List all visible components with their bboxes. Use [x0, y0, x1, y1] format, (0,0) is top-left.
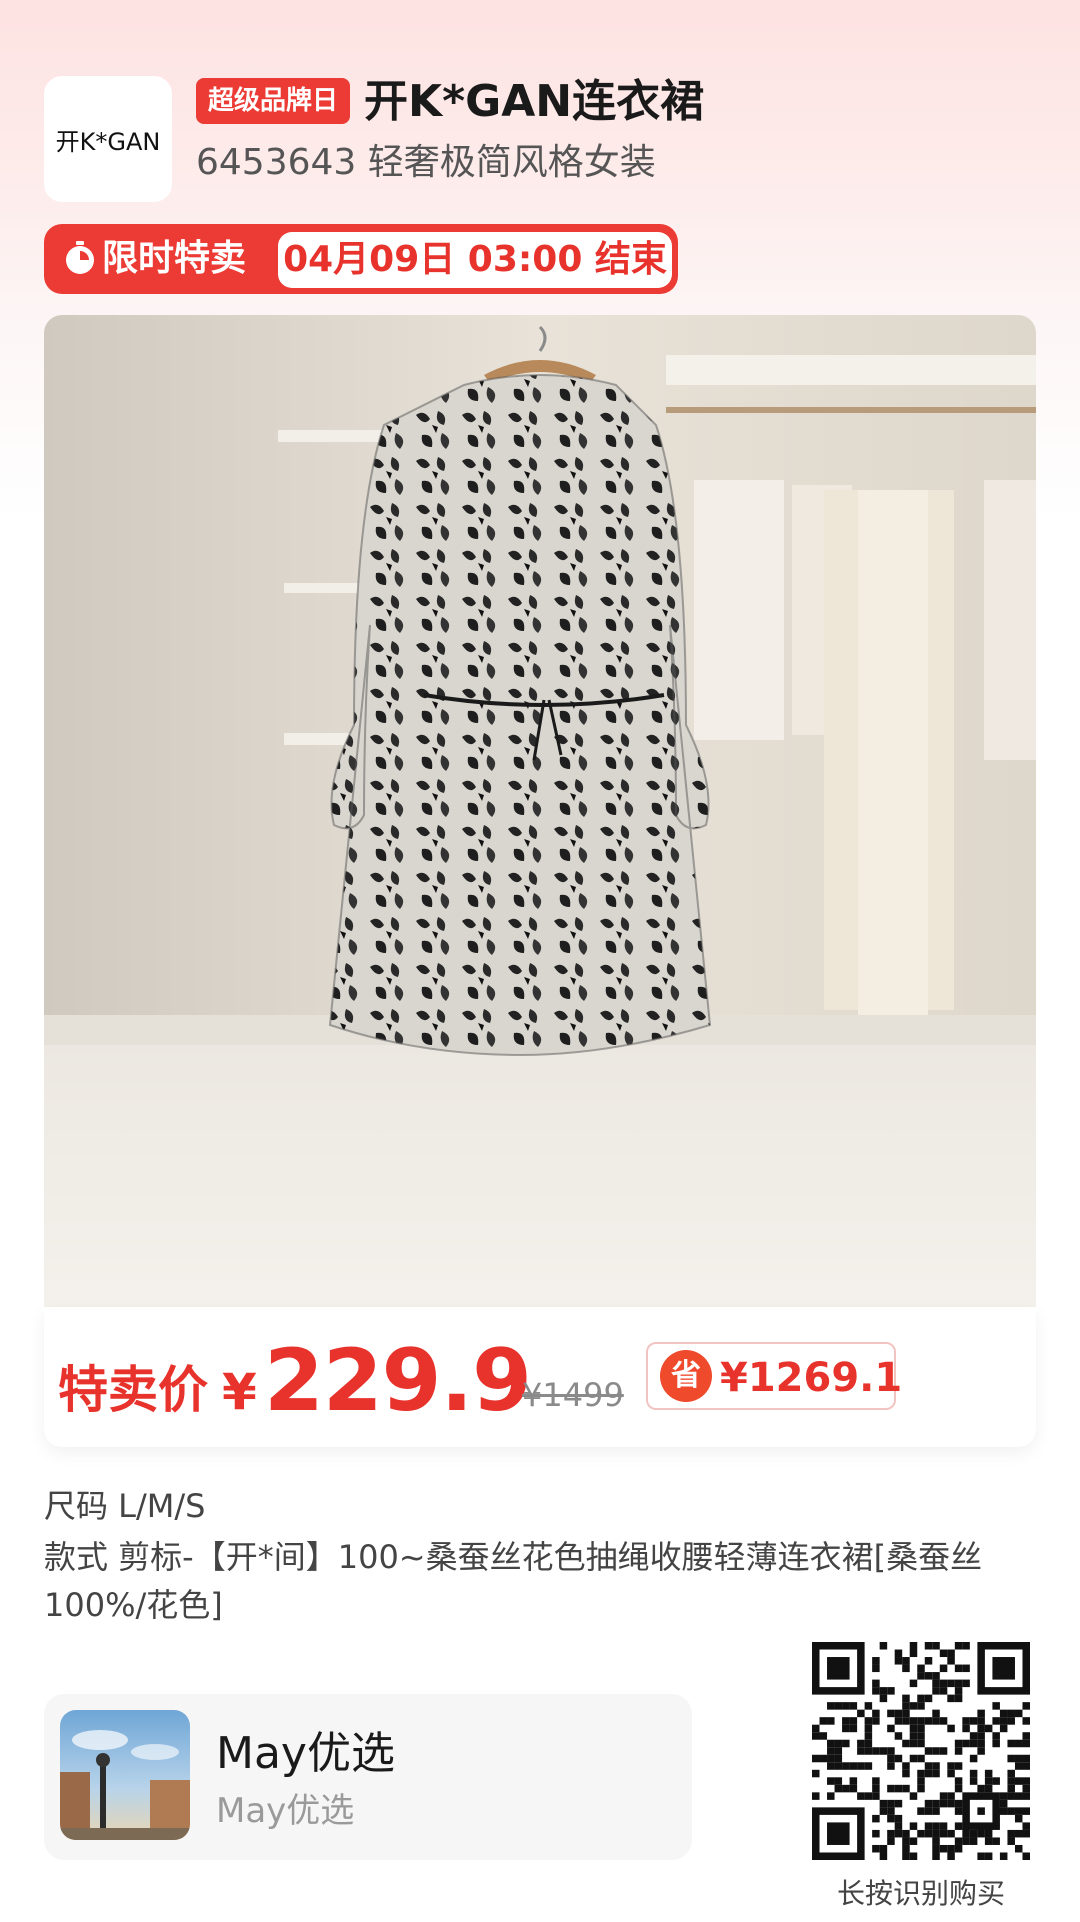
style-spec: 款式 剪标-【开*间】100~桑蚕丝花色抽绳收腰轻薄连衣裙[桑蚕丝100%/花色… — [44, 1538, 983, 1624]
size-spec: 尺码 L/M/S — [44, 1487, 206, 1525]
brand-logo: 开K*GAN — [44, 76, 172, 202]
original-price: ¥1499 — [522, 1376, 624, 1414]
stopwatch-icon — [66, 241, 94, 274]
qr-code[interactable] — [812, 1642, 1030, 1860]
qr-caption: 长按识别购买 — [836, 1877, 1005, 1910]
product-title: 开K*GAN连衣裙 — [364, 76, 705, 127]
price-currency: ¥ — [222, 1363, 257, 1421]
shop-avatar — [60, 1710, 190, 1840]
promo-badge: 超级品牌日 — [196, 78, 351, 124]
product-image[interactable] — [44, 315, 1036, 1307]
shop-subtitle: May优选 — [216, 1791, 355, 1831]
brand-logo-text: 开K*GAN — [55, 127, 161, 156]
shop-name: May优选 — [216, 1728, 395, 1779]
sale-price-label: 特卖价 — [58, 1361, 208, 1419]
savings-amount: ¥1269.1 — [720, 1355, 903, 1401]
flash-sale-end-time: 04月09日 03:00 结束 — [278, 232, 672, 288]
sale-price: 229.9 — [264, 1331, 532, 1431]
dress-photo — [44, 315, 1036, 1307]
product-subtitle: 6453643 轻奢极简风格女装 — [196, 142, 656, 183]
save-icon: 省 — [660, 1350, 712, 1402]
flash-sale-label: 限时特卖 — [102, 238, 247, 279]
